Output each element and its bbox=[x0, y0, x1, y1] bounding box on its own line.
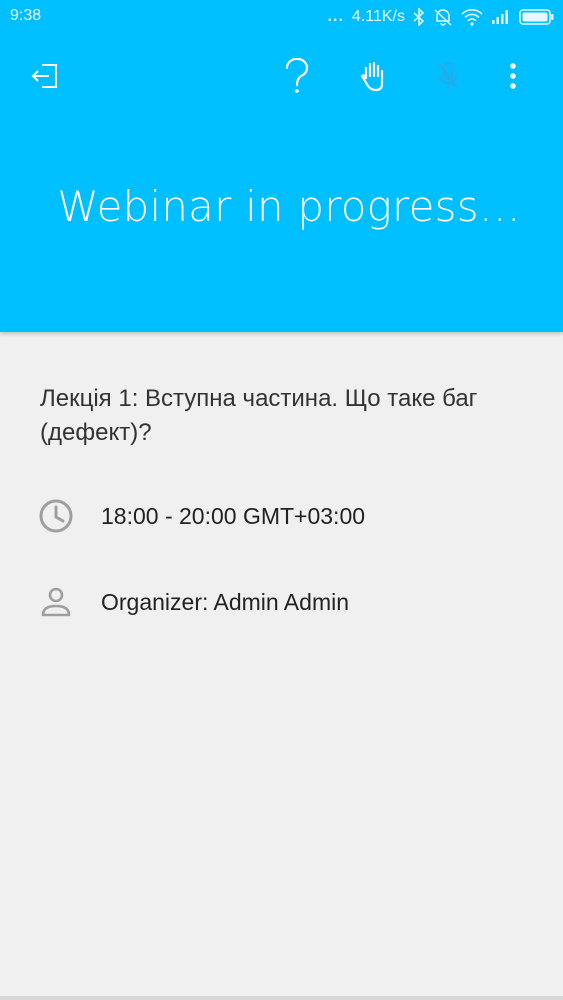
exit-button[interactable] bbox=[21, 52, 69, 100]
webinar-time: 18:00 - 20:00 GMT+03:00 bbox=[101, 502, 366, 529]
webinar-time-row: 18:00 - 20:00 GMT+03:00 bbox=[38, 498, 365, 534]
webinar-organizer: Organizer: Admin Admin bbox=[101, 588, 350, 615]
person-icon bbox=[38, 584, 74, 620]
battery-icon bbox=[519, 8, 555, 26]
bluetooth-icon bbox=[413, 8, 425, 26]
help-button[interactable] bbox=[273, 52, 321, 100]
help-icon bbox=[283, 58, 311, 94]
more-vert-icon bbox=[509, 62, 517, 90]
status-bar: 9:38 ... 4.11K/s bbox=[0, 0, 563, 34]
status-dots: ... bbox=[327, 8, 344, 25]
mute-alarm-icon bbox=[433, 7, 453, 27]
header-title: Webinar in progress… bbox=[57, 182, 521, 231]
raise-hand-icon bbox=[359, 60, 387, 92]
more-options-button[interactable] bbox=[489, 52, 537, 100]
clock-icon bbox=[38, 498, 74, 534]
status-icons: ... 4.11K/s bbox=[328, 5, 555, 29]
status-time: 9:38 bbox=[10, 7, 42, 24]
mic-off-icon bbox=[435, 60, 461, 92]
wifi-icon bbox=[461, 8, 483, 26]
network-speed: 4.11K/s bbox=[351, 8, 405, 25]
exit-icon bbox=[30, 61, 60, 91]
webinar-title: Лекція 1: Вступна частина. Що таке баг (… bbox=[40, 385, 478, 446]
bottom-divider bbox=[0, 996, 563, 1000]
header: 9:38 ... 4.11K/s Webinar in progress… bbox=[0, 0, 563, 332]
raise-hand-button[interactable] bbox=[349, 52, 397, 100]
signal-icon bbox=[491, 9, 511, 25]
microphone-button[interactable] bbox=[424, 52, 472, 100]
webinar-organizer-row: Organizer: Admin Admin bbox=[38, 584, 349, 620]
